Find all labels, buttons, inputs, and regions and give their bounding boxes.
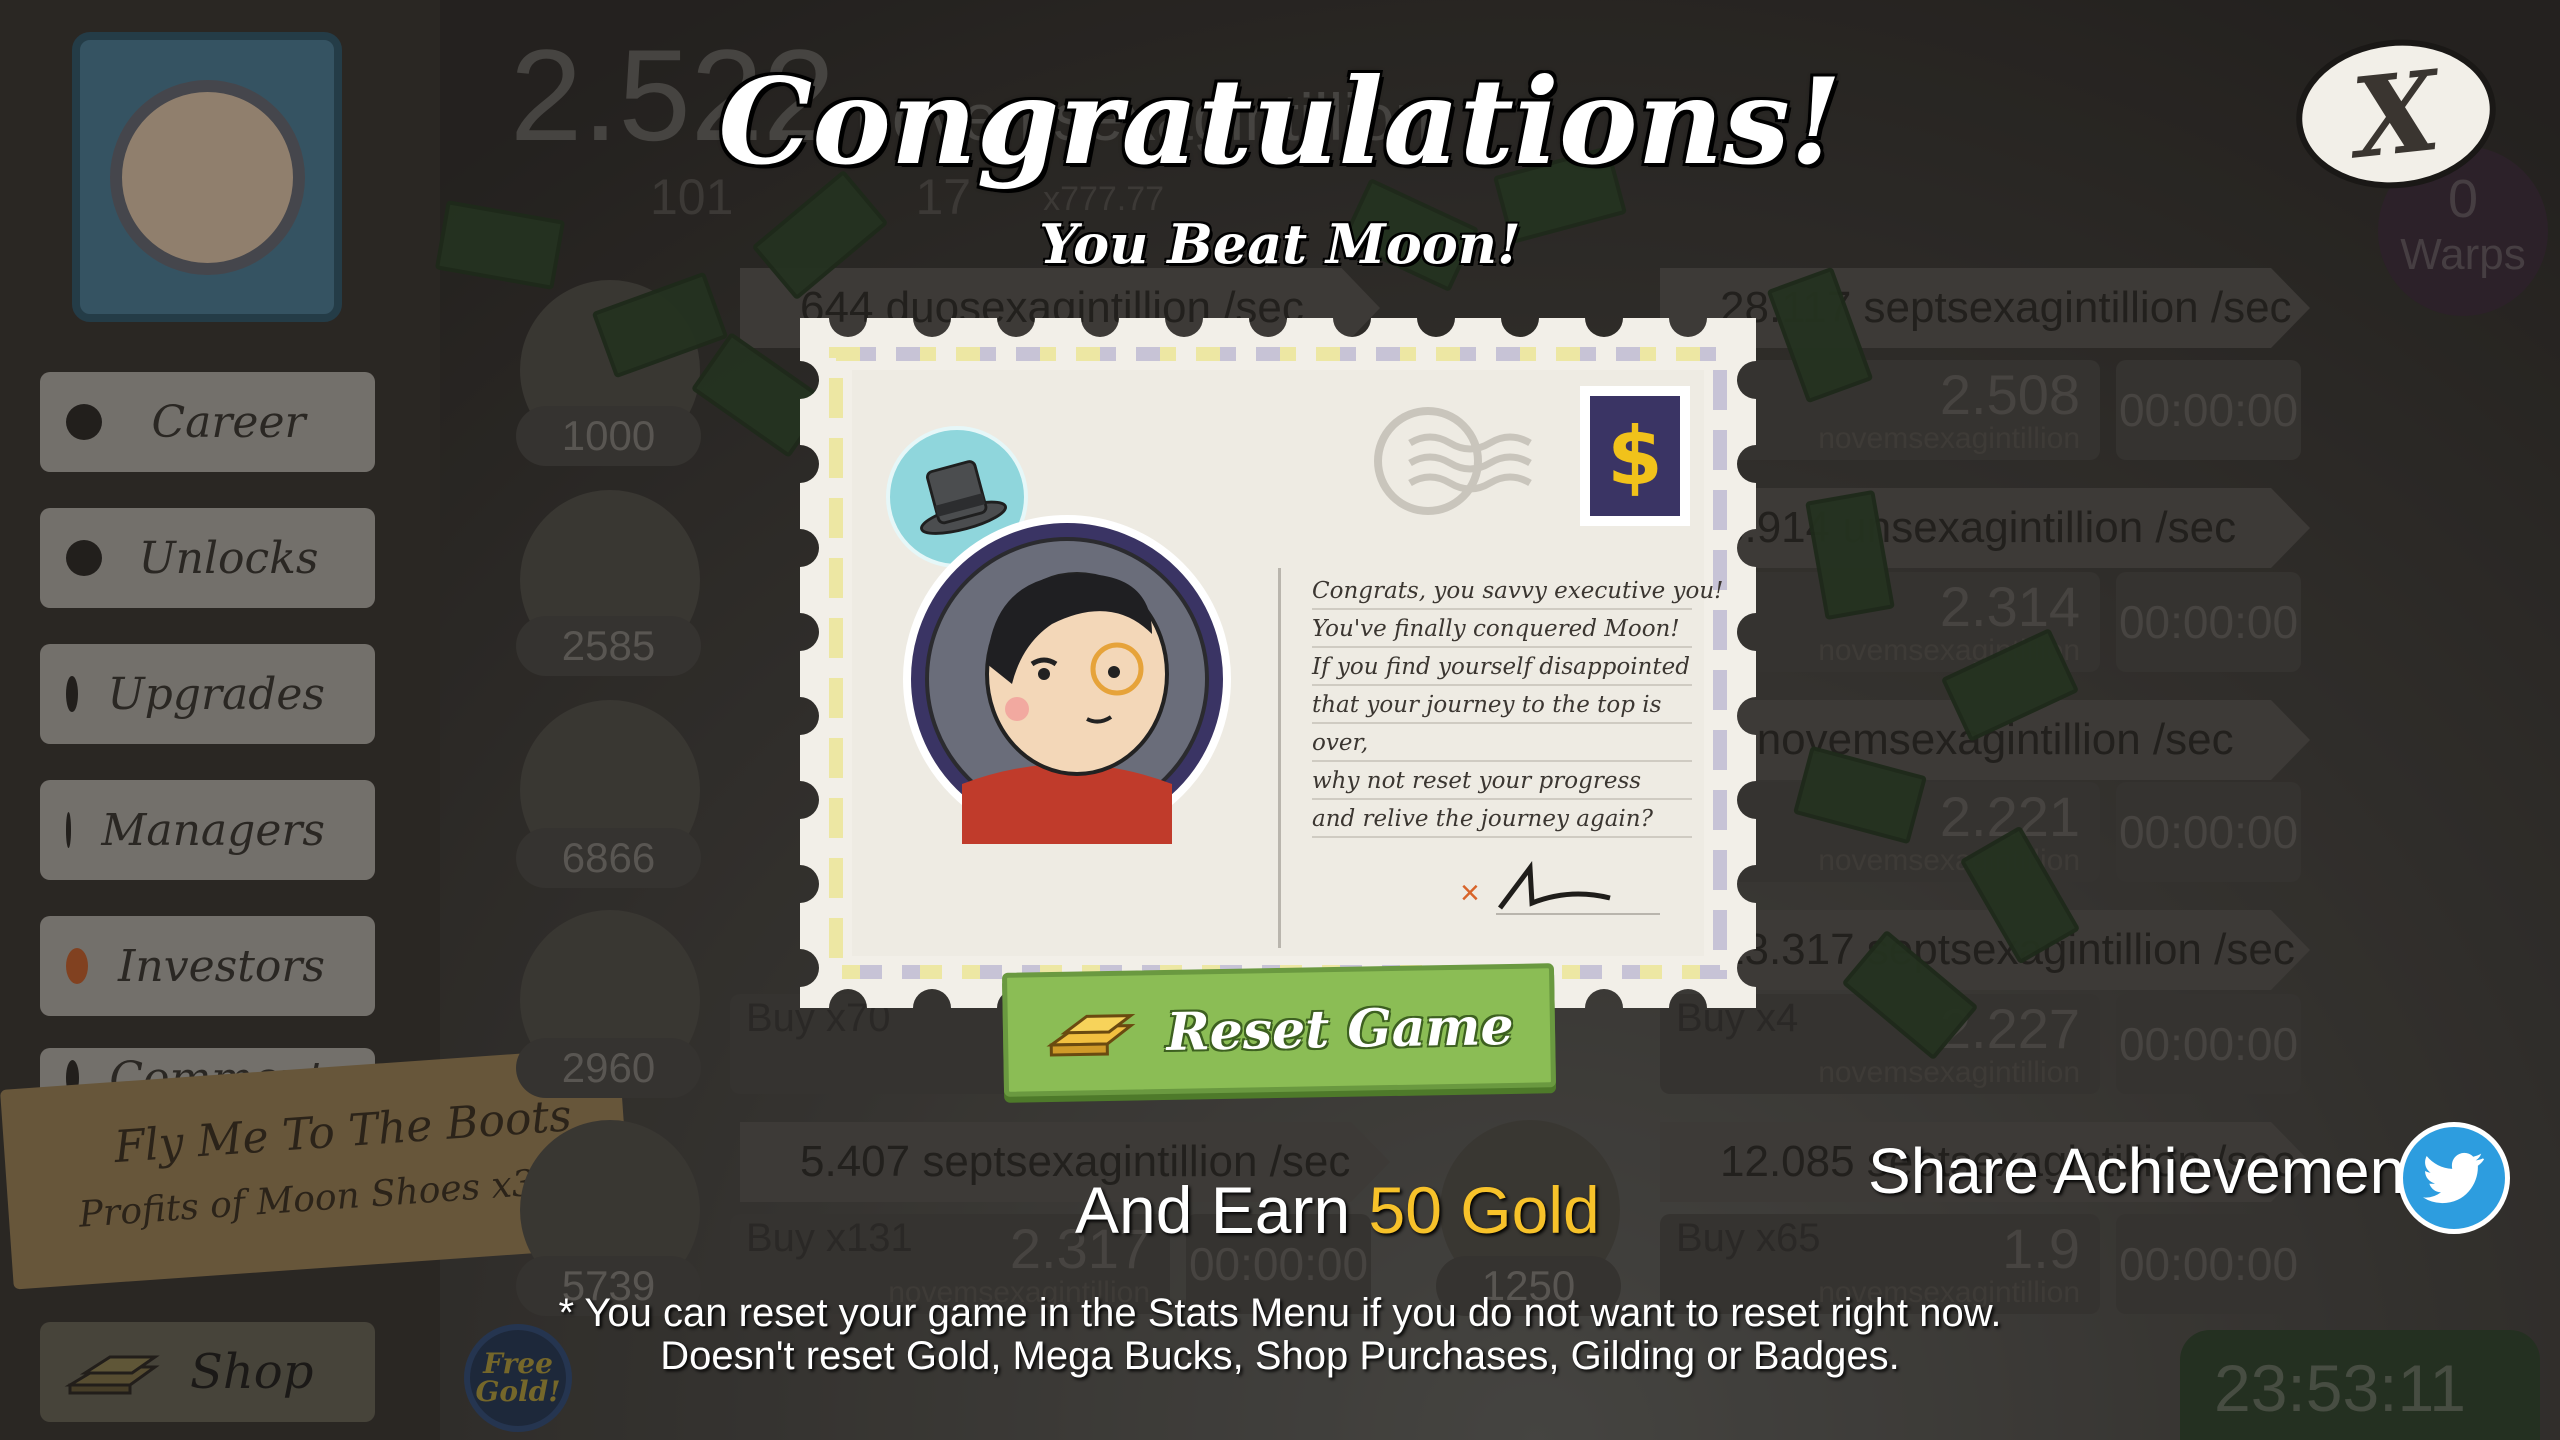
congrats-subtitle: You Beat Moon! [1039,212,1521,276]
letter-line: over, [1312,724,1692,762]
twitter-share-button[interactable] [2398,1122,2510,1234]
capitalist-portrait [903,515,1231,844]
dollar-stamp-icon: $ [1580,386,1690,526]
earn-gold-text: And Earn 50 Gold [1075,1172,1600,1248]
earn-gold-amount: 50 Gold [1368,1173,1600,1247]
signature-scribble [1496,861,1660,915]
twitter-bird-icon [2423,1152,2485,1204]
letter-line: If you find yourself disappointed [1312,648,1692,686]
reset-game-button[interactable]: Reset Game [1001,963,1557,1097]
earn-prefix: And Earn [1075,1173,1351,1247]
game-screen: Career Unlocks Upgrades Managers Investo… [0,0,2560,1440]
letter-line: You've finally conquered Moon! [1312,610,1692,648]
signature: × [1460,848,1670,928]
letter-divider [1278,568,1281,948]
share-achievement-label: Share Achievement [1868,1135,2423,1207]
congrats-title: Congratulations! [718,52,1842,191]
stamp-symbol: $ [1590,396,1680,516]
letter-line: and relive the journey again? [1312,800,1692,838]
letter-line: Congrats, you savvy executive you! [1312,572,1723,610]
postcard-stamp: $ Congrats, you savvy executive you! You… [800,318,1756,1008]
gold-bars-icon [1045,1014,1135,1057]
reset-game-label: Reset Game [1165,995,1514,1063]
postmark-icon [1374,407,1532,515]
letter-line: that your journey to the top is [1312,686,1692,724]
letter-line: why not reset your progress [1312,762,1692,800]
close-x-icon: X [2346,45,2446,183]
footnote-line: * You can reset your game in the Stats M… [558,1291,2002,1335]
footnote-line: Doesn't reset Gold, Mega Bucks, Shop Pur… [660,1334,1900,1379]
reset-footnote: * You can reset your game in the Stats M… [0,1291,2560,1379]
congrats-letter: Congrats, you savvy executive you! You'v… [1312,572,1723,838]
